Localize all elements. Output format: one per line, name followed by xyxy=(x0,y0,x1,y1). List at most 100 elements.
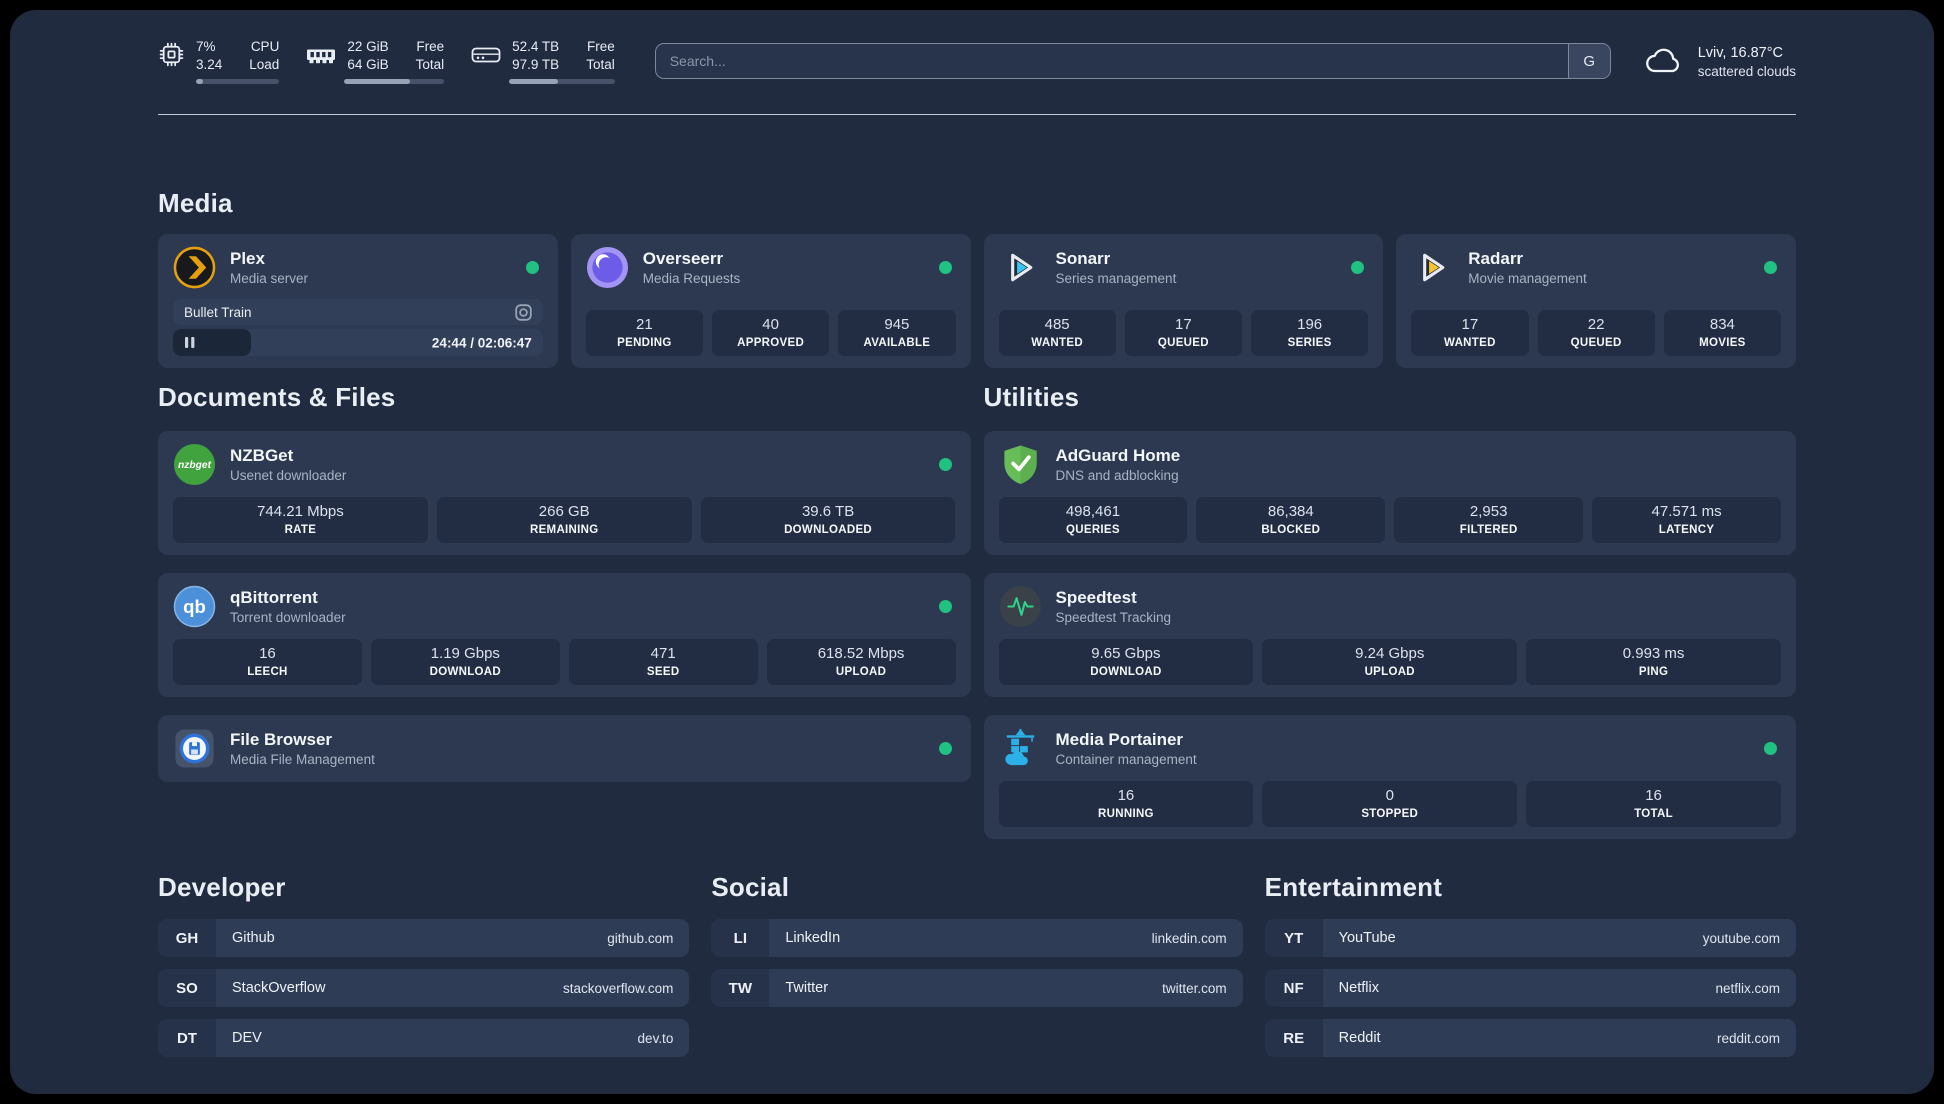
link-url: twitter.com xyxy=(1162,980,1227,996)
stat-downloaded: 39.6 TB DOWNLOADED xyxy=(700,497,956,543)
radarr-icon xyxy=(1423,253,1445,282)
link-name: StackOverflow xyxy=(232,980,326,996)
app-title: Media Portainer xyxy=(1055,730,1184,749)
stat-blocked: 86,384 BLOCKED xyxy=(1196,497,1386,543)
media-section-title: Media xyxy=(158,188,233,218)
link-url: github.com xyxy=(607,930,674,946)
media-cards-row: Plex Media server Bullet Train 24:44 / 0… xyxy=(158,234,1796,368)
search-bar: G xyxy=(654,43,1611,79)
memory-values: 22 GiB 64 GiB xyxy=(347,38,389,72)
app-subtitle: Container management xyxy=(1055,752,1197,767)
cloud-icon xyxy=(1645,48,1679,73)
link-tag: DT xyxy=(158,1019,216,1057)
speedtest-card[interactable]: Speedtest Speedtest Tracking 9.65 Gbps D… xyxy=(983,573,1796,697)
overseerr-card[interactable]: Overseerr Media Requests 21 PENDING 40 A… xyxy=(570,234,971,368)
stat-queued: 22 QUEUED xyxy=(1537,310,1655,356)
stat-available: 945 AVAILABLE xyxy=(838,310,956,356)
documents-section-title: Documents & Files xyxy=(158,382,396,412)
stat-series: 196 SERIES xyxy=(1251,310,1369,356)
link-netflix[interactable]: NF Netflix netflix.com xyxy=(1264,969,1796,1007)
cpu-stat: 7% 3.24 CPU Load xyxy=(158,38,280,85)
social-section-title: Social xyxy=(711,872,790,902)
link-tag: LI xyxy=(711,919,770,957)
link-name: Reddit xyxy=(1338,1030,1381,1046)
sonarr-card[interactable]: Sonarr Series management 485 WANTED 17 Q… xyxy=(983,234,1384,368)
stat-upload: 618.52 Mbps UPLOAD xyxy=(766,639,956,685)
status-dot xyxy=(938,458,952,471)
stat-approved: 40 APPROVED xyxy=(712,310,830,356)
search-input[interactable] xyxy=(655,44,1568,78)
qbittorrent-card[interactable]: qb qBittorrent Torrent downloader 16 LEE… xyxy=(158,573,971,697)
developer-section: Developer GH Github github.com SO StackO… xyxy=(158,872,690,1069)
link-linkedin[interactable]: LI LinkedIn linkedin.com xyxy=(711,919,1243,957)
link-name: LinkedIn xyxy=(785,930,841,946)
link-name: Github xyxy=(232,930,275,946)
disk-values: 52.4 TB 97.9 TB xyxy=(512,38,560,72)
plex-card[interactable]: Plex Media server Bullet Train 24:44 / 0… xyxy=(158,234,558,368)
app-subtitle: DNS and adblocking xyxy=(1055,468,1179,483)
disk-stat: 52.4 TB 97.9 TB Free Total xyxy=(471,38,615,85)
weather-location: Lviv, 16.87°C xyxy=(1697,45,1784,62)
filebrowser-icon xyxy=(175,729,214,768)
portainer-card[interactable]: Media Portainer Container management 16 … xyxy=(983,715,1796,839)
stat-filtered: 2,953 FILTERED xyxy=(1394,497,1584,543)
nzbget-card[interactable]: nzbget NZBGet Usenet downloader 744.21 M… xyxy=(158,431,971,555)
link-tag: RE xyxy=(1264,1019,1323,1057)
app-subtitle: Media Requests xyxy=(642,271,741,286)
link-twitter[interactable]: TW Twitter twitter.com xyxy=(711,969,1243,1007)
utilities-section-title: Utilities xyxy=(983,382,1080,412)
link-dev[interactable]: DT DEV dev.to xyxy=(158,1019,690,1057)
app-subtitle: Usenet downloader xyxy=(230,468,347,483)
link-url: stackoverflow.com xyxy=(563,980,674,996)
playback-time: 24:44 / 02:06:47 xyxy=(431,335,532,350)
app-title: AdGuard Home xyxy=(1055,446,1181,465)
link-youtube[interactable]: YT YouTube youtube.com xyxy=(1264,919,1796,957)
stat-total: 16 TOTAL xyxy=(1526,781,1781,827)
stat-seed: 471 SEED xyxy=(568,639,758,685)
now-playing-title: Bullet Train xyxy=(184,304,252,320)
filebrowser-card[interactable]: File Browser Media File Management xyxy=(158,715,971,782)
status-dot xyxy=(938,261,952,274)
search-provider-button[interactable]: G xyxy=(1567,44,1610,78)
status-dot xyxy=(938,600,952,613)
link-name: DEV xyxy=(232,1030,262,1046)
dashboard-page: 7% 3.24 CPU Load 22 GiB 64 GiB Free Tota… xyxy=(10,10,1934,1094)
link-url: netflix.com xyxy=(1715,980,1780,996)
app-subtitle: Movie management xyxy=(1468,271,1587,286)
adguard-card[interactable]: AdGuard Home DNS and adblocking 498,461 … xyxy=(983,431,1796,555)
overseerr-icon xyxy=(586,246,628,289)
stat-rate: 744.21 Mbps RATE xyxy=(173,497,428,543)
entertainment-section: Entertainment YT YouTube youtube.com NF … xyxy=(1264,872,1796,1069)
status-dot xyxy=(1764,261,1777,274)
qbittorrent-icon: qb xyxy=(173,585,216,628)
memory-labels: Free Total xyxy=(415,38,445,72)
disk-labels: Free Total xyxy=(586,38,615,72)
link-github[interactable]: GH Github github.com xyxy=(158,919,690,957)
disk-icon xyxy=(471,47,501,62)
radarr-card[interactable]: Radarr Movie management 17 WANTED 22 QUE… xyxy=(1396,234,1796,368)
pause-icon xyxy=(185,337,195,348)
app-subtitle: Torrent downloader xyxy=(230,610,346,625)
link-reddit[interactable]: RE Reddit reddit.com xyxy=(1264,1019,1796,1057)
speedtest-icon xyxy=(999,585,1041,628)
header-divider xyxy=(158,114,1796,115)
status-dot xyxy=(525,261,539,274)
app-title: Radarr xyxy=(1468,249,1524,268)
stat-movies: 834 MOVIES xyxy=(1663,310,1781,356)
status-dot xyxy=(1764,742,1777,755)
svg-text:nzbget: nzbget xyxy=(178,460,212,471)
stat-queries: 498,461 QUERIES xyxy=(998,497,1188,543)
link-stackoverflow[interactable]: SO StackOverflow stackoverflow.com xyxy=(158,969,690,1007)
disk-progress-bar xyxy=(509,79,615,85)
stat-latency: 47.571 ms LATENCY xyxy=(1592,497,1781,543)
app-title: Plex xyxy=(230,249,265,268)
cpu-progress-bar xyxy=(196,79,280,85)
link-tag: TW xyxy=(711,969,770,1007)
link-tag: GH xyxy=(158,919,216,957)
middle-columns: Documents & Files nzbget NZBGet Usenet d… xyxy=(158,382,1796,839)
svg-text:qb: qb xyxy=(183,596,206,617)
documents-column: Documents & Files nzbget NZBGet Usenet d… xyxy=(158,382,971,782)
stat-remaining: 266 GB REMAINING xyxy=(436,497,692,543)
nzbget-icon: nzbget xyxy=(173,443,216,486)
pause-button[interactable] xyxy=(184,336,196,349)
